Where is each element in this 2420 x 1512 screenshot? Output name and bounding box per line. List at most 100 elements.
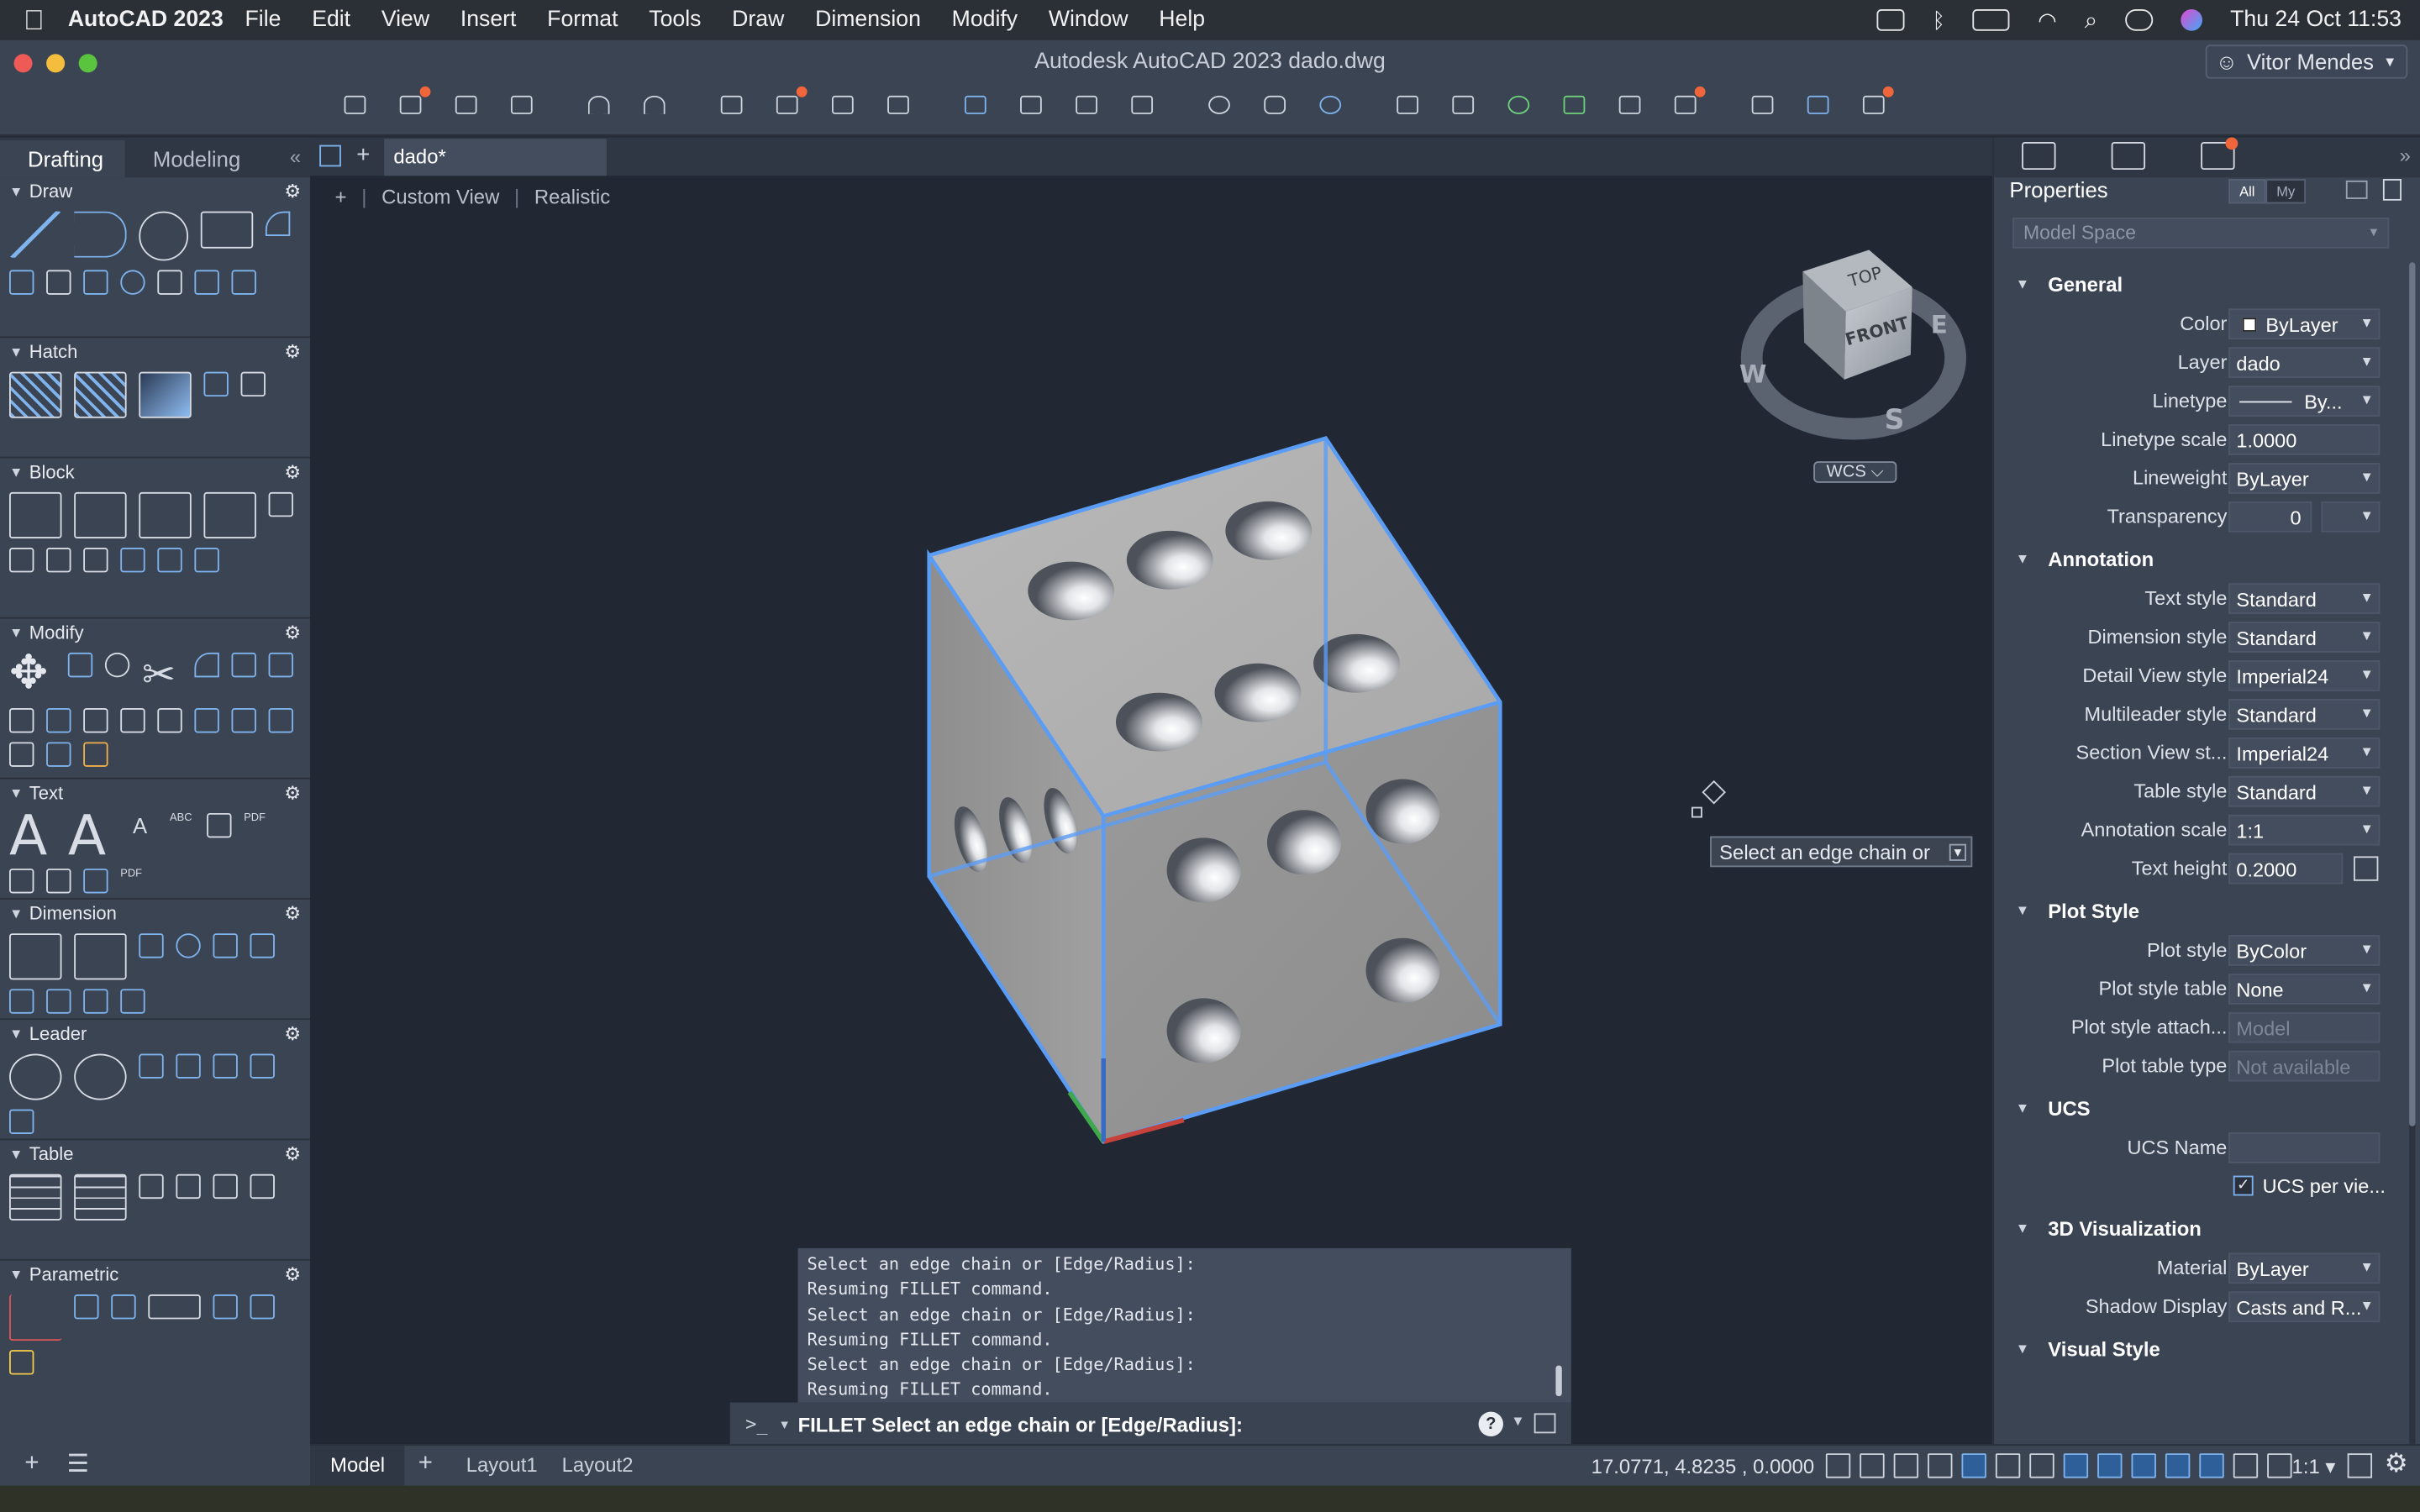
gear-icon[interactable]: ⚙ [284,181,301,202]
gear-icon[interactable]: ⚙ [284,1023,301,1045]
polygon-tool-icon[interactable] [157,270,182,295]
dimension-layer-icon[interactable] [74,933,127,980]
create-block-icon[interactable] [74,491,127,539]
isodraft-toggle-icon[interactable] [1961,1453,1986,1478]
collapse-palette-icon[interactable]: « [281,145,310,178]
layer-isolate-icon[interactable] [1503,91,1534,118]
sync-attribute-icon[interactable] [46,548,71,573]
layout-tab-model[interactable]: Model [310,1446,405,1488]
menu-modify[interactable]: Modify [936,8,1033,32]
palette-menu-icon[interactable]: ☰ [67,1449,89,1480]
layout-tab-layout2[interactable]: Layout2 [542,1446,654,1488]
layers-tab-icon[interactable] [2111,141,2146,171]
menu-file[interactable]: File [229,8,297,32]
visual-style-control[interactable]: Realistic [534,185,610,208]
prop-text-height-value[interactable]: 0.2000 [2228,853,2344,885]
data-link-icon[interactable] [139,1173,164,1200]
modify-section-header[interactable]: ▼ Modify ⚙ [0,619,310,647]
extract-data-icon[interactable] [176,1173,201,1200]
prop-dim-style-value[interactable]: Standard ▼ [2228,622,2381,653]
align-leader-icon[interactable] [176,1053,201,1079]
zoom-window-icon[interactable] [1204,91,1235,118]
show-constraints-icon[interactable] [111,1294,136,1320]
hatch-edit-icon[interactable] [74,371,127,418]
properties-scrollbar[interactable] [2409,262,2416,1466]
menu-dimension[interactable]: Dimension [800,8,937,32]
edit-attribute-icon[interactable] [9,548,34,573]
save-icon[interactable] [450,91,481,118]
gear-icon[interactable]: ⚙ [284,461,301,483]
quick-dimension-icon[interactable] [9,989,34,1014]
quick-select-icon[interactable] [2345,180,2368,199]
prop-table-style-value[interactable]: Standard ▼ [2228,775,2381,807]
app-menu[interactable]: AutoCAD 2023 [68,8,224,32]
layer-properties-icon[interactable] [1392,91,1423,118]
upload-data-icon[interactable] [213,1173,238,1200]
start-tab-grid-icon[interactable] [319,144,341,167]
cloud-save-icon[interactable] [1127,91,1158,118]
dynamic-ucs-toggle-icon[interactable] [2131,1453,2156,1478]
cursor-coordinates[interactable]: 17.0771, 4.8235 , 0.0000 [1591,1455,1815,1478]
prop-plot-table-value[interactable]: None ▼ [2228,973,2381,1005]
drawing-viewport[interactable]: + | Custom View | Realistic TOP FRONT W … [310,176,1993,1452]
delete-duplicates-icon[interactable] [83,742,108,767]
block-palette-icon[interactable] [194,548,219,573]
polar-toggle-icon[interactable] [1928,1453,1953,1478]
group-plot-style[interactable]: ▼ Plot Style [1994,889,2403,932]
user-account-menu[interactable]: ☺ Vitor Mendes ▼ [2204,45,2408,79]
menu-format[interactable]: Format [532,8,634,32]
find-text-icon[interactable] [46,869,71,894]
group-general[interactable]: ▼ General [1994,262,2403,305]
scale-tool-icon[interactable] [83,708,108,733]
compass-west[interactable]: W [1739,360,1766,389]
arc-tool-icon[interactable] [265,211,291,237]
prop-shadow-value[interactable]: Casts and R... ▼ [2228,1291,2381,1323]
spline-tool-icon[interactable] [9,270,34,295]
prop-detail-style-value[interactable]: Imperial24 ▼ [2228,660,2381,691]
leader-edit-icon[interactable] [9,1109,34,1134]
radius-dimension-icon[interactable] [176,933,201,958]
prop-ltscale-value[interactable]: 1.0000 [2228,424,2381,455]
match-properties-icon[interactable] [1448,91,1479,118]
break-tool-icon[interactable] [231,708,256,733]
remove-leader-icon[interactable] [250,1053,275,1079]
menu-draw[interactable]: Draw [717,8,800,32]
line-tool-icon[interactable] [9,211,62,258]
gradient-tool-icon[interactable] [139,371,192,418]
viewcube[interactable]: TOP FRONT W E S [1715,238,1977,454]
3d-osnap-toggle-icon[interactable] [2097,1453,2123,1478]
menu-edit[interactable]: Edit [297,8,366,32]
hatch-tool-icon[interactable] [9,371,62,418]
pdf-import-icon[interactable]: PDF [244,813,268,837]
block-section-header[interactable]: ▼ Block ⚙ [0,459,310,486]
group-ucs[interactable]: ▼ UCS [1994,1086,2403,1129]
batch-plot-icon[interactable] [771,86,808,118]
table-style-icon[interactable] [74,1173,127,1221]
text-edit-icon[interactable] [207,812,232,838]
command-input[interactable]: FILLET Select an edge chain or [Edge/Rad… [798,1413,1243,1436]
share-drawing-icon[interactable] [1071,91,1102,118]
compass-south[interactable]: S [1885,403,1905,436]
lineweight-toggle-icon[interactable] [1995,1453,2021,1478]
redo-icon[interactable] [639,91,670,118]
multiline-tool-icon[interactable] [46,270,71,295]
help-icon[interactable]: ? [1478,1411,1503,1436]
viewport-icon[interactable] [1858,86,1894,118]
selection-dropdown[interactable]: Model Space ▼ [2012,217,2390,249]
continue-dimension-icon[interactable] [250,933,275,958]
filter-all-button[interactable]: All [2228,179,2266,204]
multileader-icon[interactable] [9,1053,62,1100]
export-icon[interactable] [1016,91,1047,118]
erase-tool-icon[interactable] [120,708,145,733]
gear-icon[interactable]: ⚙ [284,622,301,643]
block-attribute-icon[interactable] [203,491,256,539]
lock-icon[interactable] [9,1350,34,1375]
offset-tool-icon[interactable] [46,708,71,733]
undo-icon[interactable] [583,91,614,118]
explode-tool-icon[interactable] [157,708,182,733]
prop-mleader-style-value[interactable]: Standard ▼ [2228,699,2381,730]
menu-window[interactable]: Window [1033,8,1143,32]
group-visual-style[interactable]: ▼ Visual Style [1994,1327,2403,1370]
pin-palette-icon[interactable] [2382,179,2402,201]
xline-tool-icon[interactable] [194,270,219,295]
